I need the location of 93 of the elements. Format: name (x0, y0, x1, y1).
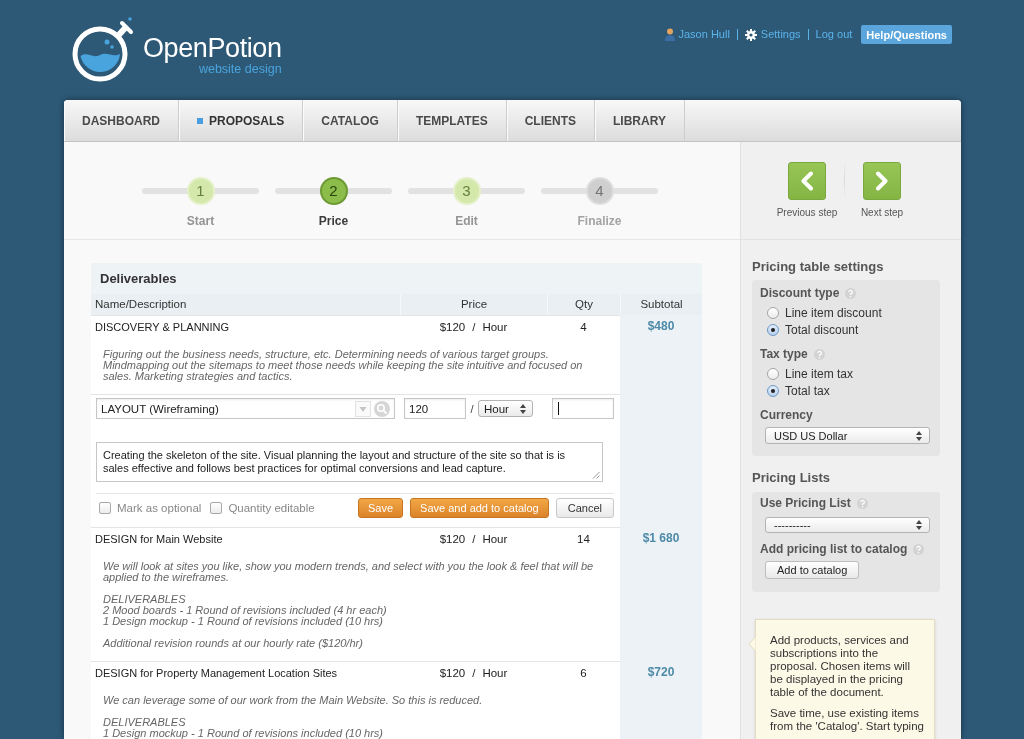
field-label: Discount type (760, 286, 840, 300)
checkbox-label[interactable]: Quantity editable (228, 502, 315, 514)
help-icon[interactable] (913, 543, 925, 555)
separator-text: / (469, 402, 475, 415)
checkbox[interactable] (99, 502, 111, 514)
subtotal-text: $720 (647, 665, 675, 679)
price-text: $120 (439, 321, 466, 333)
chevron-left-icon (800, 171, 814, 191)
separator-text: / (472, 667, 476, 679)
hint-text: Add products, services and subscriptions into the proposal. Chosen items will be displayed in the pricing table of the document. (770, 634, 910, 699)
flask-logo-icon (71, 16, 135, 82)
item-name: DESIGN for Main Website (95, 533, 223, 545)
column-header: Name/Description (91, 294, 400, 315)
step-button-label: Previous step (776, 207, 838, 219)
unit-text: Hour (482, 533, 508, 545)
radio-button[interactable] (767, 306, 779, 319)
description-text: We will look at sites you like, show you modern trends, and select with you the look & feel that will be applied to the wireframes. (103, 561, 594, 583)
nav-tab[interactable]: CATALOG (303, 100, 398, 141)
resize-grip-icon (592, 471, 600, 479)
radio-label[interactable]: Line item tax (785, 366, 854, 381)
step-number[interactable]: 3 (452, 177, 481, 205)
subtotal-text: $480 (647, 319, 675, 333)
sidebar-heading: Pricing table settings (752, 259, 885, 275)
help-icon[interactable] (813, 348, 825, 360)
step-label: Price (318, 214, 349, 228)
hint-text: Save time, use existing items from the 'Catalog'. Start typing (770, 707, 924, 733)
description-text: DELIVERABLES 1 Design mockup - 1 Round of revisions included (10 hrs) (103, 717, 384, 739)
help-icon[interactable] (845, 287, 857, 299)
price-text: $120 (439, 533, 466, 545)
description-text: Additional revision rounds at our hourly rate ($120/hr) (103, 638, 363, 649)
price-field[interactable]: 120 (404, 398, 466, 419)
checkbox-label[interactable]: Mark as optional (117, 502, 202, 514)
qty-text: 4 (580, 321, 587, 333)
description-field[interactable]: Creating the skeleton of the site. Visual planning the layout and structure of the site so that is is sales effective and follows best practices for optimal conversions and lead capture. (96, 442, 603, 482)
field-label: Use Pricing List (760, 496, 851, 510)
qty-field[interactable] (552, 398, 614, 419)
help-icon[interactable] (856, 497, 868, 509)
nav-tab[interactable]: CLIENTS (506, 100, 596, 141)
step-label: Finalize (577, 214, 622, 228)
logo-wordmark: OpenPotion (143, 33, 282, 63)
search-icon[interactable] (374, 400, 390, 417)
nav-tab[interactable]: LIBRARY (595, 100, 685, 141)
field-label: Tax type (760, 347, 808, 361)
subtotal-text: $1 680 (642, 531, 680, 545)
person-icon (664, 28, 675, 41)
field-label: Currency (760, 408, 813, 422)
cancel-button[interactable]: Cancel (555, 498, 614, 518)
updown-arrows-icon (916, 430, 922, 441)
step-number[interactable]: 2 (319, 177, 348, 205)
field-label: Add pricing list to catalog (760, 542, 908, 556)
unit-text: Hour (482, 321, 508, 333)
price-text: $120 (439, 667, 466, 679)
step-label: Edit (455, 214, 478, 228)
caret-icon[interactable] (355, 400, 371, 417)
description-text: Figuring out the business needs, structure, etc. Determining needs of various target groups. Mindmapping out the sitemaps to meet those needs while keeping the site intuitive and focused on sales. Marketing strategies and tactics. (103, 349, 583, 382)
separator-text: / (472, 321, 476, 333)
description-text: DELIVERABLES 2 Mood boards - 1 Round of revisions included (4 hr each) 1 Design mockup - 1 Round of revisions included (10 hrs) (103, 594, 387, 627)
unit-text: Hour (482, 667, 508, 679)
nav-tab[interactable]: TEMPLATES (397, 100, 507, 141)
qty-text: 6 (580, 667, 587, 679)
description-text: We can leverage some of our work from the Main Website. So this is reduced. (103, 695, 483, 706)
item-name-field[interactable]: LAYOUT (Wireframing) (96, 398, 395, 419)
checkbox[interactable] (210, 502, 223, 514)
previous-step-button[interactable] (788, 162, 826, 200)
radio-label[interactable]: Total tax (785, 383, 830, 398)
nav-tab[interactable]: PROPOSALS (179, 100, 304, 141)
qty-text: 14 (577, 533, 590, 545)
item-name: DESIGN for Property Management Location Sites (95, 667, 338, 679)
item-name: DISCOVERY & PLANNING (95, 321, 230, 333)
section-title: Deliverables (91, 263, 702, 294)
chevron-right-icon (875, 171, 889, 191)
radio-button[interactable] (767, 367, 779, 380)
radio-button[interactable] (767, 323, 779, 336)
currency-select[interactable]: USD US Dollar (765, 427, 930, 444)
nav-tab[interactable]: DASHBOARD (64, 100, 179, 141)
separator-text: / (472, 533, 476, 545)
column-header: Subtotal (620, 294, 702, 315)
column-header: Qty (547, 294, 620, 315)
add-to-catalog-button[interactable]: Add to catalog (765, 561, 860, 579)
logo-tagline: website design (198, 62, 282, 76)
updown-arrows-icon (916, 520, 922, 530)
unit-select[interactable]: Hour (478, 400, 533, 417)
next-step-button[interactable] (863, 162, 901, 200)
gear-icon (744, 28, 757, 41)
pricing-list-select[interactable]: ---------- (765, 517, 930, 533)
step-button-label: Next step (860, 207, 904, 219)
sidebar-heading: Pricing Lists (752, 470, 832, 486)
radio-label[interactable]: Total discount (785, 322, 859, 337)
updown-arrows-icon (520, 403, 526, 414)
step-label: Start (186, 214, 215, 228)
radio-button[interactable] (767, 384, 779, 397)
column-header: Price (400, 294, 547, 315)
radio-label[interactable]: Line item discount (785, 305, 882, 320)
